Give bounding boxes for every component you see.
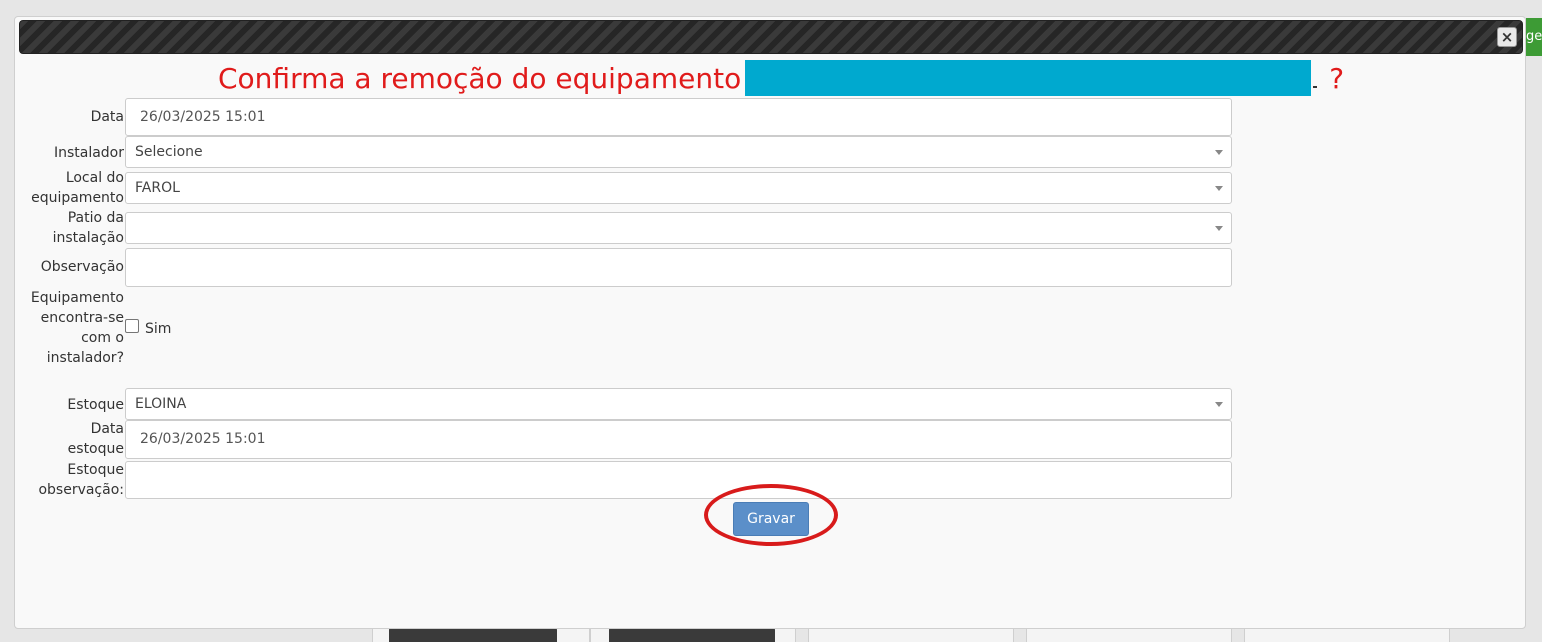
chevron-down-icon — [1215, 402, 1223, 407]
stock-observation-label-line1: Estoque — [67, 462, 124, 478]
with-installer-label-line4: instalador? — [46, 350, 124, 366]
installer-select[interactable]: Selecione — [125, 136, 1232, 168]
stock-value: ELOINA — [135, 396, 187, 412]
date-value: 26/03/2025 15:01 — [140, 109, 266, 125]
with-installer-label-line2: encontra-se — [40, 310, 124, 326]
installation-yard-label: Patio da instalação — [53, 208, 124, 248]
date-input[interactable]: 26/03/2025 15:01 — [125, 98, 1232, 136]
equipment-location-select[interactable]: FAROL — [125, 172, 1232, 204]
question-mark: ? — [1329, 62, 1345, 95]
installation-yard-select[interactable] — [125, 212, 1232, 244]
stock-label: Estoque — [67, 397, 124, 413]
observation-label: Observação — [40, 259, 124, 275]
underscore-mark — [1313, 72, 1318, 88]
redacted-equipment-name — [745, 60, 1312, 96]
dialog-titlebar — [19, 20, 1523, 54]
stock-observation-input[interactable] — [125, 461, 1232, 499]
confirm-heading: Confirma a remoção do equipamento? — [218, 59, 1344, 99]
observation-input[interactable] — [125, 248, 1232, 287]
stock-observation-label-line2: observação: — [38, 482, 124, 498]
stock-select[interactable]: ELOINA — [125, 388, 1232, 420]
close-button[interactable]: × — [1497, 27, 1517, 47]
with-installer-label-line3: com o — [81, 330, 124, 346]
save-button[interactable]: Gravar — [733, 502, 809, 536]
installer-label: Instalador — [53, 145, 124, 161]
chevron-down-icon — [1215, 186, 1223, 191]
stock-date-label: Data estoque — [68, 419, 124, 459]
close-icon: × — [1500, 28, 1514, 46]
stock-date-label-line2: estoque — [67, 441, 124, 457]
background-tab-text: ger — [1526, 29, 1542, 44]
date-label: Data — [90, 109, 124, 125]
equipment-location-label-line1: Local do — [65, 170, 124, 186]
chevron-down-icon — [1215, 150, 1223, 155]
equipment-location-label: Local do equipamento — [31, 168, 124, 208]
stock-date-label-line1: Data — [90, 421, 124, 437]
remove-equipment-dialog: × Confirma a remoção do equipamento? Dat… — [14, 16, 1526, 629]
equipment-location-label-line2: equipamento — [31, 190, 124, 206]
installation-yard-label-line2: instalação — [52, 230, 124, 246]
stock-date-input[interactable]: 26/03/2025 15:01 — [125, 420, 1232, 459]
background-green-tab: ger — [1526, 18, 1542, 56]
with-installer-checkbox-label[interactable]: Sim — [145, 319, 171, 339]
with-installer-label: Equipamento encontra-se com o instalador… — [31, 288, 124, 368]
chevron-down-icon — [1215, 226, 1223, 231]
installer-value: Selecione — [135, 144, 203, 160]
with-installer-checkbox[interactable] — [125, 319, 139, 333]
installation-yard-label-line1: Patio da — [67, 210, 124, 226]
confirm-heading-text: Confirma a remoção do equipamento — [218, 62, 742, 95]
equipment-location-value: FAROL — [135, 180, 180, 196]
stock-observation-label: Estoque observação: — [38, 460, 124, 500]
with-installer-label-line1: Equipamento — [30, 290, 124, 306]
stock-date-value: 26/03/2025 15:01 — [140, 431, 266, 447]
